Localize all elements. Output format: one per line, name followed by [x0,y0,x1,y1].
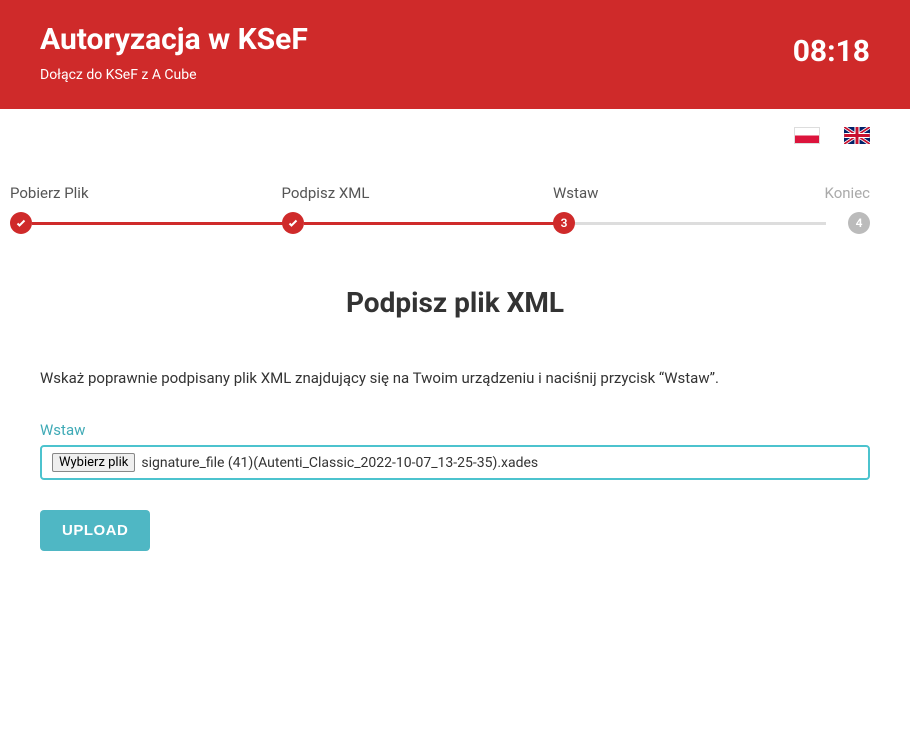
selected-filename: signature_file (41)(Autenti_Classic_2022… [141,455,538,471]
step-label: Koniec [825,184,871,202]
header-left: Autoryzacja w KSeF Dołącz do KSeF z A Cu… [40,22,308,83]
step-label: Pobierz Plik [10,184,282,202]
language-switcher [0,109,910,144]
step-number: 3 [553,212,575,234]
file-field-label: Wstaw [40,421,870,439]
header-time: 08:18 [793,34,870,69]
instruction-text: Wskaż poprawnie podpisany plik XML znajd… [40,369,870,387]
stepper: Pobierz Plik Podpisz XML Wstaw 3 [0,144,910,236]
step-4: Koniec 4 [825,184,871,236]
choose-file-button[interactable]: Wybierz plik [52,453,135,472]
header: Autoryzacja w KSeF Dołącz do KSeF z A Cu… [0,0,910,109]
step-label: Podpisz XML [282,184,554,202]
step-label: Wstaw [553,184,825,202]
flag-uk-icon[interactable] [844,127,870,144]
check-icon [10,212,32,234]
step-2: Podpisz XML [282,184,554,236]
page-subtitle: Dołącz do KSeF z A Cube [40,67,308,83]
page-title: Autoryzacja w KSeF [40,22,308,57]
upload-button[interactable]: UPLOAD [40,510,150,551]
flag-pl-icon[interactable] [794,127,820,144]
step-1: Pobierz Plik [10,184,282,236]
step-3: Wstaw 3 [553,184,825,236]
main-title: Podpisz plik XML [40,286,870,319]
file-input[interactable]: Wybierz plik signature_file (41)(Autenti… [40,445,870,480]
check-icon [282,212,304,234]
step-number: 4 [848,212,870,234]
main: Podpisz plik XML Wskaż poprawnie podpisa… [0,236,910,591]
